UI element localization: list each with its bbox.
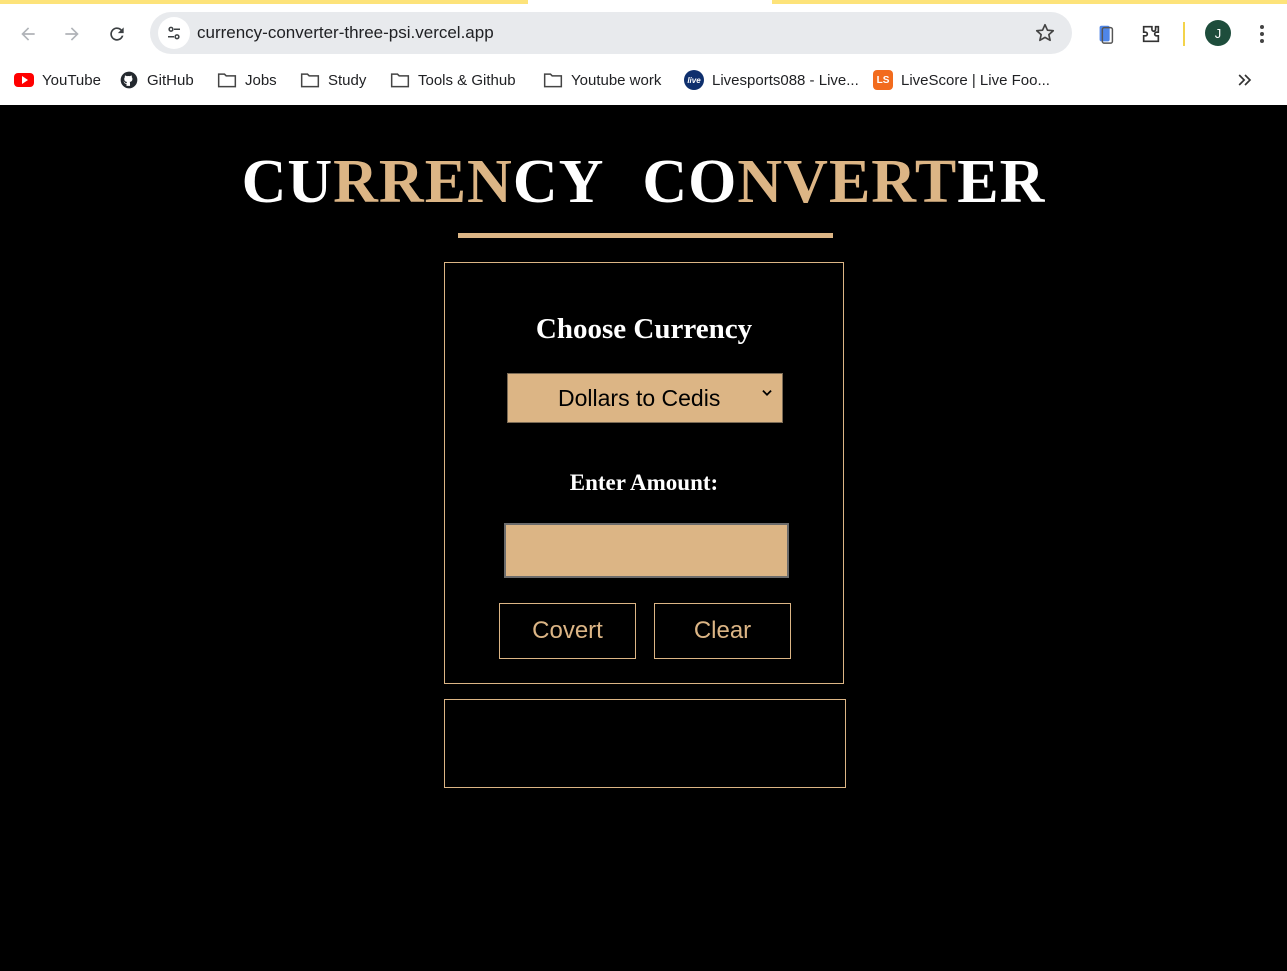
convert-button[interactable]: Covert [499,603,636,659]
bookmark-star-icon[interactable] [1034,22,1056,44]
folder-icon [217,71,237,89]
bookmark-github[interactable]: GitHub [119,69,194,91]
bookmark-label: Livesports088 - Live... [712,71,859,89]
github-icon [119,71,139,89]
bookmark-label: Youtube work [571,71,662,89]
tune-icon [168,26,180,40]
back-arrow-icon [21,27,35,41]
bookmark-label: Jobs [245,71,277,89]
address-bar[interactable]: currency-converter-three-psi.vercel.app [150,12,1072,54]
amount-input[interactable] [504,523,789,578]
bookmark-folder-tools[interactable]: Tools & Github [390,69,516,91]
title-part-accent: RREN [333,148,513,216]
folder-icon [300,71,320,89]
bookmark-folder-study[interactable]: Study [300,69,366,91]
enter-amount-label: Enter Amount: [569,470,719,495]
title-part-accent: NVERT [737,148,958,216]
bookmark-label: GitHub [147,71,194,89]
bookmark-label: YouTube [42,71,101,89]
choose-currency-heading: Choose Currency [535,313,753,345]
bookmarks-overflow-icon[interactable] [1235,70,1255,90]
extensions-button[interactable] [1137,20,1165,48]
folder-icon [543,71,563,89]
title-part: CU [241,148,334,216]
result-box [444,699,846,788]
currency-select[interactable]: Dollars to Cedis [507,373,783,423]
browser-chrome: currency-converter-three-psi.vercel.app … [0,0,1287,105]
site-info-button[interactable] [158,17,190,49]
page-title: CURRENCY CONVERTER [0,146,1287,218]
browser-toolbar: currency-converter-three-psi.vercel.app … [0,12,1287,56]
bookmark-livescore[interactable]: LS LiveScore | Live Foo... [873,69,1050,91]
bookmark-label: Tools & Github [418,71,516,89]
forward-button[interactable] [56,18,88,50]
tab-strip-accent-left [0,0,528,4]
bookmark-label: Study [328,71,367,89]
bookmark-folder-jobs[interactable]: Jobs [217,69,277,91]
toolbar-divider [1183,22,1185,46]
bookmark-livesports[interactable]: live Livesports088 - Live... [684,69,859,91]
url-text: currency-converter-three-psi.vercel.app [197,23,494,42]
bookmark-folder-youtube-work[interactable]: Youtube work [543,69,661,91]
title-underline [458,233,833,238]
forward-arrow-icon [65,27,79,41]
back-button[interactable] [12,18,44,50]
browser-menu-button[interactable] [1252,20,1272,48]
profile-avatar[interactable]: J [1205,20,1231,46]
puzzle-icon [1142,25,1160,43]
tab-strip-accent-right [772,0,1287,4]
side-panel-button[interactable] [1092,20,1120,48]
title-part: CY [512,148,605,216]
bookmarks-bar: YouTube GitHub Jobs Study Tools & Github [0,66,1287,94]
chevron-down-icon [762,390,772,396]
folder-icon [390,71,410,89]
livesports-icon: live [684,70,704,90]
bookmark-youtube[interactable]: YouTube [14,69,101,91]
youtube-icon [14,71,34,89]
converter-card: Choose Currency Dollars to Cedis Enter A… [444,262,844,684]
reload-button[interactable] [101,18,133,50]
livescore-icon: LS [873,70,893,90]
phone-icon [1099,25,1114,44]
title-part: CO [642,148,738,216]
reload-icon [110,27,124,41]
clear-button[interactable]: Clear [654,603,791,659]
bookmark-label: LiveScore | Live Foo... [901,71,1050,89]
title-part: ER [957,148,1046,216]
currency-select-value: Dollars to Cedis [558,385,721,411]
